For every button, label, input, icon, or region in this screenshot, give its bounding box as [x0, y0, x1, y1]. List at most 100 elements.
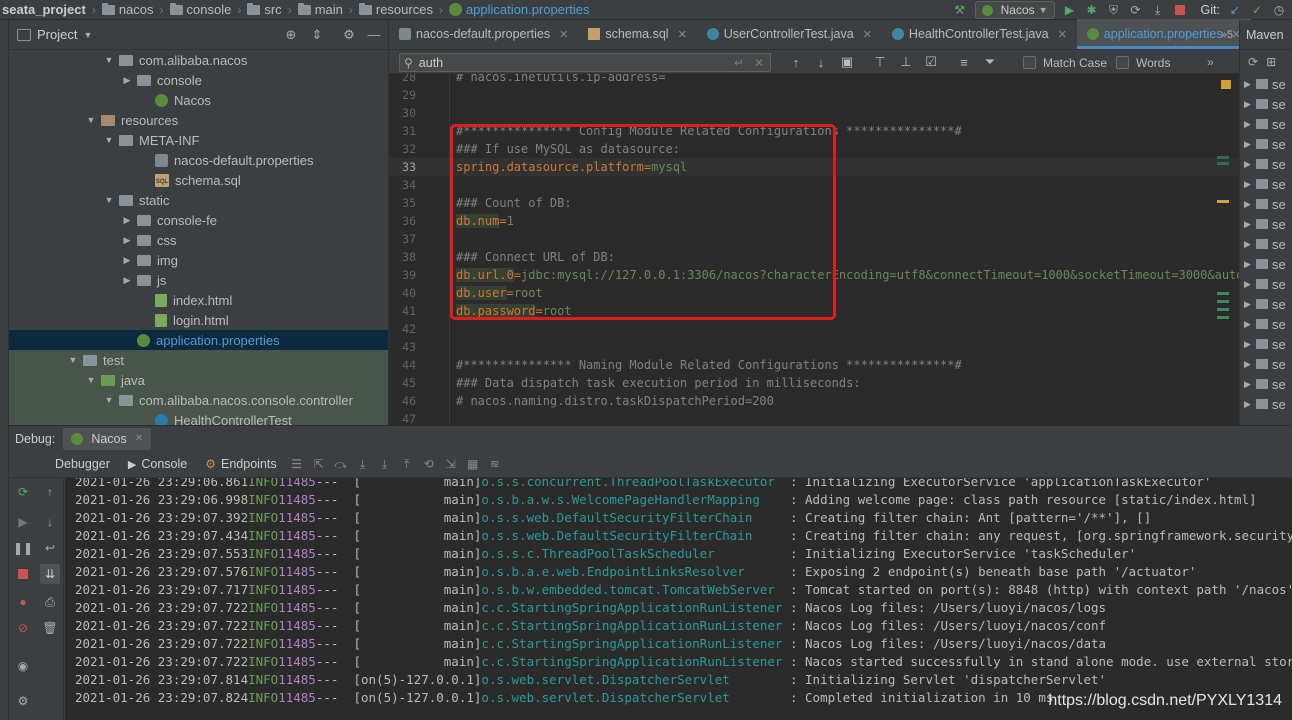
chevron-right-icon[interactable]: ▶ — [1244, 379, 1256, 390]
step-out-icon[interactable]: ⤒ — [399, 457, 415, 471]
chevron-down-icon[interactable]: ▼ — [103, 55, 115, 65]
maven-project-item[interactable]: ▶ se — [1240, 334, 1292, 354]
select-all-icon[interactable]: ☑ — [922, 53, 940, 71]
breadcrumb-item[interactable]: resources — [357, 0, 435, 20]
chevron-right-icon[interactable]: ▶ — [1244, 199, 1256, 210]
coverage-icon[interactable]: ⛨ — [1107, 3, 1121, 17]
chevron-down-icon[interactable]: ▼ — [103, 135, 115, 145]
mute-breakpoints-icon[interactable]: ⊘ — [15, 620, 31, 636]
error-stripe-marker[interactable] — [1217, 156, 1229, 159]
tree-item[interactable]: ▼ META-INF — [9, 130, 388, 150]
close-icon[interactable]: ✕ — [559, 28, 568, 41]
chevron-right-icon[interactable]: ▶ — [1244, 359, 1256, 370]
tree-item[interactable]: SQL schema.sql — [9, 170, 388, 190]
chevron-right-icon[interactable]: ▶ — [1244, 339, 1256, 350]
close-icon[interactable]: ✕ — [754, 56, 764, 70]
show-filter-icon[interactable]: ≡ — [955, 53, 973, 71]
refresh-icon[interactable]: ⟳ — [1248, 55, 1258, 69]
project-view-select[interactable]: Project ▼ — [17, 27, 92, 42]
chevron-right-icon[interactable]: ▶ — [121, 255, 133, 266]
attach-icon[interactable]: ⤓ — [1151, 3, 1165, 17]
chevron-down-icon[interactable]: ▼ — [85, 115, 97, 125]
run-icon[interactable]: ▶ — [1063, 3, 1077, 17]
debug-session-tab[interactable]: Nacos ✕ — [63, 427, 152, 450]
maven-project-item[interactable]: ▶ se — [1240, 374, 1292, 394]
pause-icon[interactable]: ❚❚ — [13, 540, 33, 556]
maven-panel-title[interactable]: Maven — [1240, 20, 1292, 50]
add-icon[interactable]: ⊞ — [1266, 55, 1276, 69]
menu-icon[interactable]: ☰ — [289, 457, 305, 471]
camera-icon[interactable]: ◉ — [15, 658, 31, 674]
error-stripe-marker[interactable] — [1217, 162, 1229, 165]
maven-project-item[interactable]: ▶ se — [1240, 134, 1292, 154]
maven-project-item[interactable]: ▶ se — [1240, 174, 1292, 194]
debug-icon[interactable]: ✱ — [1085, 3, 1099, 17]
tree-item[interactable]: HealthControllerTest — [9, 410, 388, 425]
scroll-down-icon[interactable]: ↓ — [42, 514, 58, 530]
trace-icon[interactable]: ≋ — [487, 457, 503, 471]
close-icon[interactable]: ✕ — [678, 28, 687, 41]
tree-item[interactable]: ▶ console-fe — [9, 210, 388, 230]
tree-item[interactable]: ▶ css — [9, 230, 388, 250]
error-stripe-marker[interactable] — [1217, 200, 1229, 203]
tree-item[interactable]: ▶ console — [9, 70, 388, 90]
chevron-right-icon[interactable]: ▶ — [1244, 179, 1256, 190]
code-line[interactable]: 30 — [389, 104, 1240, 122]
tree-item[interactable]: ▼ static — [9, 190, 388, 210]
search-field[interactable]: ⚲ ↵ ✕ — [399, 53, 771, 72]
add-selection-icon[interactable]: ⊤ — [871, 53, 889, 71]
chevron-right-icon[interactable]: ▶ — [121, 215, 133, 226]
error-stripe-marker[interactable] — [1217, 308, 1229, 311]
tree-item[interactable]: login.html — [9, 310, 388, 330]
git-commit-icon[interactable]: ✓ — [1250, 3, 1264, 17]
chevron-right-icon[interactable]: ▶ — [1244, 139, 1256, 150]
resume-icon[interactable]: ▶ — [15, 514, 31, 530]
tab-overflow[interactable]: »5 — [1221, 29, 1233, 41]
error-stripe-marker[interactable] — [1221, 80, 1231, 89]
evaluate-icon[interactable]: ▦ — [465, 457, 481, 471]
clear-history-icon[interactable]: ↵ — [734, 56, 744, 70]
code-line[interactable]: 45 ### Data dispatch task execution perio… — [389, 374, 1240, 392]
hammer-build-icon[interactable]: ⚒ — [953, 3, 967, 17]
tree-item[interactable]: nacos-default.properties — [9, 150, 388, 170]
tree-item[interactable]: ▼ test — [9, 350, 388, 370]
tree-item[interactable]: Nacos — [9, 90, 388, 110]
breadcrumb-item[interactable]: main — [296, 0, 345, 20]
close-icon[interactable]: ✕ — [1058, 28, 1067, 41]
code-line[interactable]: 44 #*************** Naming Module Related… — [389, 356, 1240, 374]
tree-item[interactable]: ▼ java — [9, 370, 388, 390]
chevron-right-icon[interactable]: ▶ — [1244, 159, 1256, 170]
maven-project-item[interactable]: ▶ se — [1240, 154, 1292, 174]
error-stripe-marker[interactable] — [1217, 292, 1229, 295]
breadcrumb-item[interactable]: src — [245, 0, 283, 20]
previous-occurrence-icon[interactable]: ↑ — [787, 53, 805, 71]
chevron-right-icon[interactable]: ▶ — [1244, 79, 1256, 90]
chevron-right-icon[interactable]: ▶ — [1244, 259, 1256, 270]
tab-healthcontrollertest-java[interactable]: HealthControllerTest.java ✕ — [882, 19, 1077, 49]
scroll-up-icon[interactable]: ↑ — [42, 484, 58, 500]
tree-item[interactable]: ▼ resources — [9, 110, 388, 130]
error-stripe-marker[interactable] — [1217, 300, 1229, 303]
chevron-right-icon[interactable]: ▶ — [1244, 319, 1256, 330]
code-line[interactable]: 46 # nacos.naming.distro.taskDispatchPeri… — [389, 392, 1240, 410]
breadcrumb-item[interactable]: seata_project — [0, 0, 88, 20]
maven-project-item[interactable]: ▶ se — [1240, 394, 1292, 414]
error-stripe-marker[interactable] — [1217, 316, 1229, 319]
collapse-all-icon[interactable]: ⇕ — [310, 28, 324, 42]
tree-item[interactable]: ▼ com.alibaba.nacos — [9, 50, 388, 70]
chevron-right-icon[interactable]: ▶ — [121, 275, 133, 286]
select-all-occurrences-icon[interactable]: ▣ — [838, 53, 856, 71]
code-line[interactable]: 43 — [389, 338, 1240, 356]
maven-project-item[interactable]: ▶ se — [1240, 94, 1292, 114]
filter-icon[interactable]: ⏷ — [981, 53, 999, 71]
close-icon[interactable]: ✕ — [863, 28, 872, 41]
breadcrumb-item[interactable]: application.properties — [447, 0, 592, 20]
maven-project-item[interactable]: ▶ se — [1240, 274, 1292, 294]
breadcrumb-item[interactable]: console — [168, 0, 234, 20]
remove-selection-icon[interactable]: ⊥ — [897, 53, 915, 71]
chevron-right-icon[interactable]: ▶ — [1244, 239, 1256, 250]
code-line[interactable]: 28 # nacos.inetutils.ip-address= — [389, 74, 1240, 86]
tab-endpoints[interactable]: ⚙ Endpoints — [199, 457, 282, 471]
soft-wrap-icon[interactable]: ↩ — [42, 540, 58, 556]
chevron-down-icon[interactable]: ▼ — [85, 375, 97, 385]
